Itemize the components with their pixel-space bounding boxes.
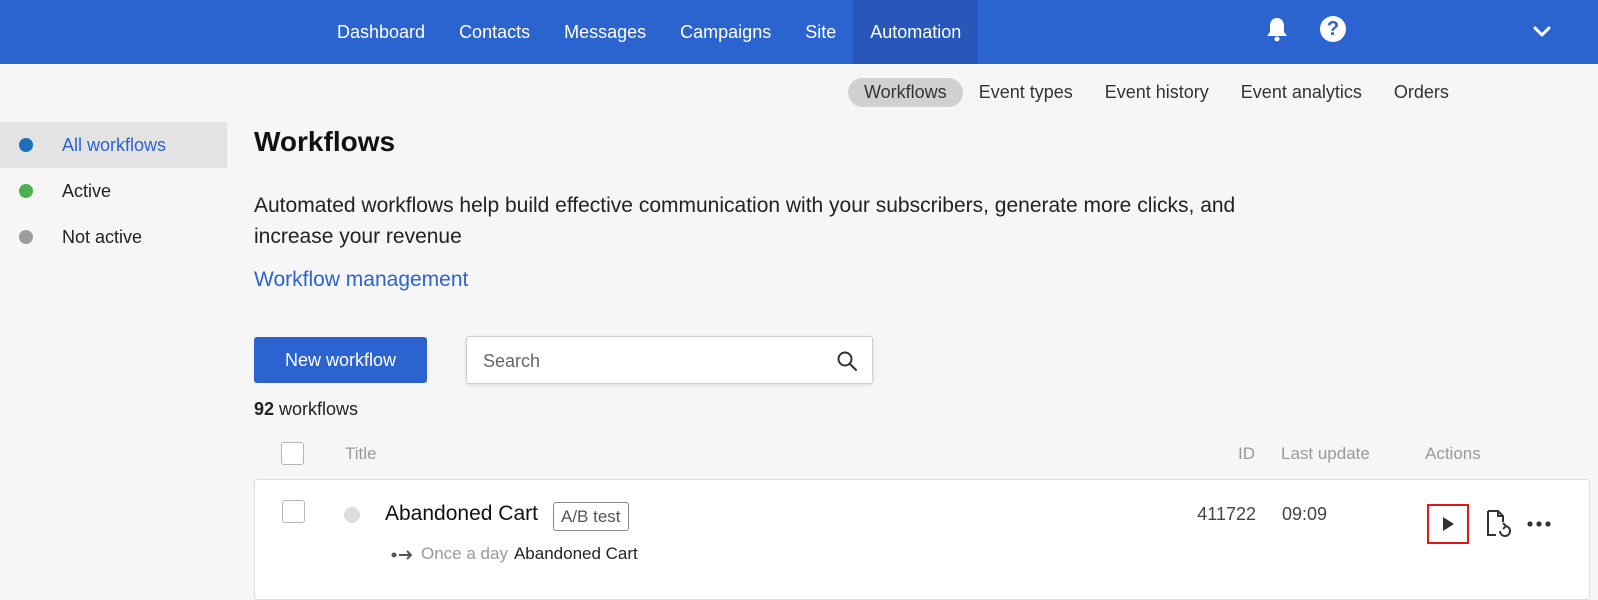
new-workflow-button[interactable]: New workflow [254,337,427,383]
nav-contacts[interactable]: Contacts [442,0,547,64]
tab-event-analytics[interactable]: Event analytics [1225,78,1378,107]
column-header-last-update: Last update [1281,444,1370,463]
workflow-management-link[interactable]: Workflow management [254,268,468,292]
nav-campaigns[interactable]: Campaigns [663,0,788,64]
workflow-id: 411722 [1197,504,1256,524]
top-nav: Dashboard Contacts Messages Campaigns Si… [320,0,979,64]
search-input[interactable] [483,349,823,373]
bell-icon[interactable] [1262,14,1292,44]
workflow-count-number: 92 [254,399,275,419]
chevron-down-icon[interactable] [1530,20,1554,44]
workflow-title[interactable]: Abandoned Cart [385,502,538,526]
tab-event-types[interactable]: Event types [963,78,1089,107]
play-icon [1443,517,1454,531]
status-dot [344,507,360,523]
more-options-icon[interactable] [1525,510,1553,538]
status-dot [19,184,33,198]
ab-test-badge: A/B test [553,502,629,531]
trigger-frequency: Once a day [421,544,508,563]
search-box [466,336,873,384]
page-description: Automated workflows help build effective… [254,194,1236,248]
search-icon[interactable] [836,350,858,372]
sidebar: All workflows Active Not active [0,122,227,260]
nav-site[interactable]: Site [788,0,853,64]
status-dot [19,138,33,152]
column-header-title: Title [345,444,377,463]
sub-nav: Workflows Event types Event history Even… [848,78,1465,107]
nav-automation[interactable]: Automation [853,0,979,64]
trigger-event: Abandoned Cart [513,544,638,563]
workflow-count-label: workflows [279,399,359,419]
tab-event-history[interactable]: Event history [1089,78,1225,107]
sidebar-item-label: Not active [62,226,143,247]
nav-dashboard[interactable]: Dashboard [320,0,442,64]
column-header-actions: Actions [1425,444,1481,463]
select-all-checkbox[interactable] [281,442,304,465]
status-dot [19,230,33,244]
table-row: Abandoned Cart A/B test Once a day Aband… [254,479,1590,600]
page-title: Workflows [254,126,396,157]
table-header: Title ID Last update Actions [254,436,1590,472]
tab-workflows[interactable]: Workflows [848,78,963,107]
sidebar-item-not-active[interactable]: Not active [0,214,227,260]
workflow-count: 92 workflows [254,399,358,420]
sidebar-item-label: Active [62,180,112,201]
play-button[interactable] [1427,504,1469,544]
tab-orders[interactable]: Orders [1378,78,1465,107]
row-checkbox[interactable] [282,500,305,523]
workflow-trigger: Once a day Abandoned Cart [391,544,638,564]
workflow-last-update: 09:09 [1282,504,1328,524]
sidebar-item-all-workflows[interactable]: All workflows [0,122,227,168]
nav-messages[interactable]: Messages [547,0,663,64]
column-header-id: ID [1238,444,1255,463]
sidebar-item-label: All workflows [62,134,167,155]
top-bar: Dashboard Contacts Messages Campaigns Si… [0,0,1598,64]
restore-document-icon[interactable] [1483,508,1513,540]
sidebar-item-active[interactable]: Active [0,168,227,214]
trigger-arrow-icon [391,547,415,561]
help-icon[interactable]: ? [1320,16,1346,42]
